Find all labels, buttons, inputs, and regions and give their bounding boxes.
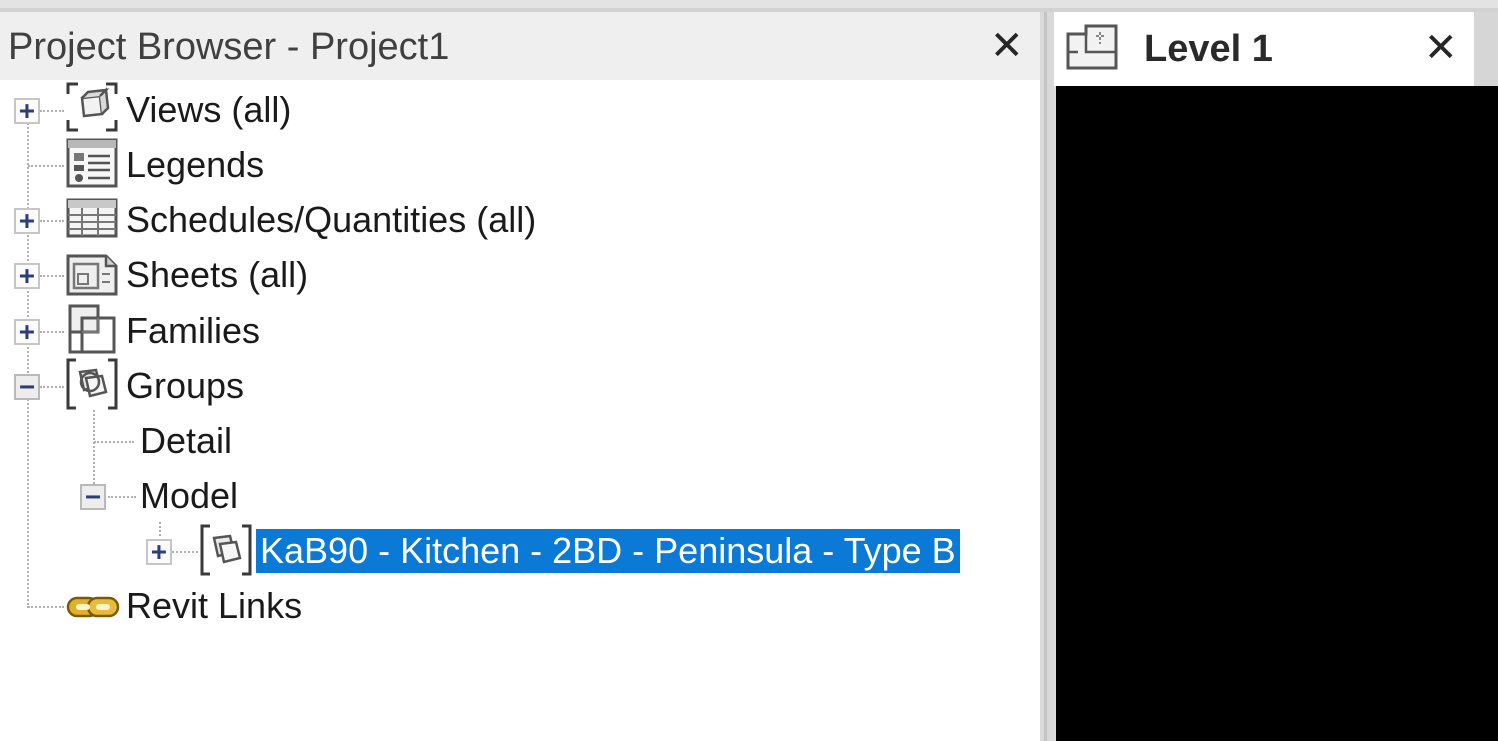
tree-connector — [28, 165, 64, 167]
tree-connector — [40, 220, 64, 222]
view-tab-close-button[interactable]: ✕ — [1424, 28, 1458, 68]
project-browser-close-button[interactable]: ✕ — [990, 26, 1024, 66]
tree-connector — [40, 110, 64, 112]
tree-item-families[interactable]: Families — [126, 309, 260, 353]
sheets-expand-button[interactable]: + — [14, 263, 40, 289]
top-strip — [0, 0, 1498, 8]
tree-root-line — [27, 120, 29, 608]
tree-item-legends[interactable]: Legends — [126, 143, 264, 187]
tree-connector — [28, 606, 64, 608]
tree-item-schedules[interactable]: Schedules/Quantities (all) — [126, 198, 536, 242]
tree-connector — [94, 441, 134, 443]
tree-model-line — [159, 522, 161, 536]
tree-groups-line — [93, 410, 95, 484]
model-collapse-button[interactable]: − — [80, 484, 106, 510]
group-item-expand-button[interactable]: + — [146, 539, 172, 565]
tree-item-sheets[interactable]: Sheets (all) — [126, 253, 308, 297]
group-icon — [66, 358, 118, 410]
families-expand-button[interactable]: + — [14, 319, 40, 345]
schedules-expand-button[interactable]: + — [14, 208, 40, 234]
view-tab-level-1[interactable]: Level 1 ✕ — [1054, 12, 1474, 86]
group-item-icon — [200, 524, 252, 576]
project-browser-header: Project Browser - Project1 ✕ — [0, 12, 1040, 80]
link-icon — [66, 596, 120, 618]
tree-item-views[interactable]: Views (all) — [126, 88, 291, 132]
tree-item-group-kab90[interactable]: KaB90 - Kitchen - 2BD - Peninsula - Type… — [256, 529, 960, 573]
views-expand-button[interactable]: + — [14, 98, 40, 124]
view-tab-title: Level 1 — [1144, 28, 1273, 70]
floor-plan-icon — [1066, 24, 1118, 70]
panel-divider-line — [1044, 12, 1047, 741]
tree-connector — [108, 496, 136, 498]
drawing-canvas[interactable] — [1056, 86, 1498, 741]
tree-connector — [40, 386, 64, 388]
tab-strip-filler — [1474, 12, 1498, 86]
tree-connector — [172, 551, 198, 553]
tree-item-model[interactable]: Model — [140, 474, 238, 518]
sheet-icon — [66, 254, 118, 296]
tree-item-revit-links[interactable]: Revit Links — [126, 584, 302, 628]
tree-connector — [40, 275, 64, 277]
project-browser-panel: Project Browser - Project1 ✕ + Views (al… — [0, 12, 1040, 741]
legends-icon — [66, 138, 118, 188]
tree-item-detail[interactable]: Detail — [140, 419, 232, 463]
panel-divider[interactable] — [1040, 12, 1054, 741]
groups-collapse-button[interactable]: − — [14, 374, 40, 400]
tree-connector — [40, 331, 64, 333]
tree-item-groups[interactable]: Groups — [126, 364, 244, 408]
schedule-icon — [66, 198, 118, 238]
views-icon — [66, 82, 118, 132]
families-icon — [68, 304, 116, 354]
project-browser-title: Project Browser - Project1 — [8, 26, 450, 68]
